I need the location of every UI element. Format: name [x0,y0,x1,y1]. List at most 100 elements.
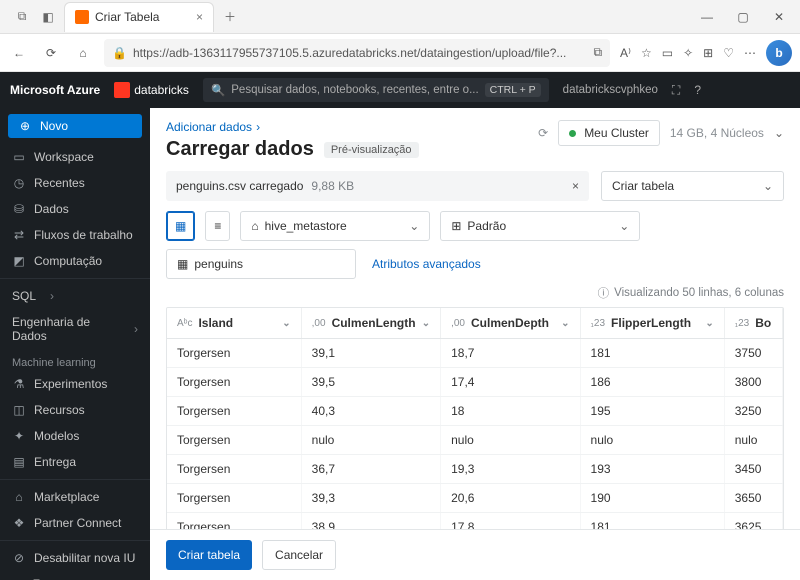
table-row[interactable]: Torgersen39,517,41863800 [167,368,783,397]
table-cell: 39,3 [302,484,441,512]
read-aloud-icon[interactable]: A⁾ [620,46,631,60]
plus-icon: ⊕ [18,119,32,133]
global-search[interactable]: 🔍 Pesquisar dados, notebooks, recentes, … [203,78,549,102]
table-cell: 36,7 [302,455,441,483]
status-dot-icon [569,130,576,137]
preview-badge: Pré-visualização [324,142,419,158]
browser-toolbar: ← ⟳ ⌂ 🔒 https://adb-1363117955737105.5.a… [0,34,800,72]
table-cell: Torgersen [167,397,302,425]
health-icon[interactable]: ♡ [723,46,734,60]
collections-icon[interactable]: ▭ [662,46,673,60]
toggle-icon: ⊘ [12,551,26,565]
close-window-icon[interactable]: ✕ [770,10,788,24]
sidebar-item-experimentos[interactable]: ⚗Experimentos [0,371,150,397]
extensions-icon[interactable]: ⊞ [703,46,713,60]
sidebar-item-computacao[interactable]: ◩Computação [0,248,150,274]
table-row[interactable]: Torgersen36,719,31933450 [167,455,783,484]
table-cell: 17,8 [441,513,580,529]
sidebar-new-button[interactable]: ⊕ Novo [8,114,142,138]
table-cell: nulo [302,426,441,454]
data-table: AᵇcIsland⌄ ,00CulmenLength⌄ ,00CulmenDep… [166,307,784,529]
lock-icon: 🔒 [112,46,127,60]
sidebar-item-recentes[interactable]: ◷Recentes [0,170,150,196]
refresh-icon[interactable]: ⟳ [40,42,62,64]
help-icon[interactable]: ? [694,83,701,97]
home-icon[interactable]: ⌂ [72,42,94,64]
sidebar-item-entrega[interactable]: ▤Entrega [0,449,150,475]
sidebar-item-modelos[interactable]: ✦Modelos [0,423,150,449]
favorite-icon[interactable]: ☆ [641,46,652,60]
table-cell: 3250 [725,397,783,425]
table-cell: 19,3 [441,455,580,483]
table-row[interactable]: Torgersennulonulonulonulo [167,426,783,455]
sidebar-toggle-icon[interactable]: ◧ [38,7,58,27]
running-indicator-icon: ⟳ [538,126,548,140]
sidebar-item-workspace[interactable]: ▭Workspace [0,144,150,170]
browser-tab[interactable]: Criar Tabela × [64,2,214,32]
table-cell: 3650 [725,484,783,512]
table-cell: 38,9 [302,513,441,529]
new-tab-icon[interactable]: ＋ [220,7,240,27]
table-row[interactable]: Torgersen39,118,71813750 [167,339,783,368]
folder-icon: ▭ [12,150,26,164]
more-icon[interactable]: ⋯ [744,46,756,60]
table-cell: 186 [581,368,725,396]
table-cell: Torgersen [167,368,302,396]
col-culmen-depth[interactable]: ,00CulmenDepth⌄ [441,308,580,338]
store-icon: ⌂ [12,490,26,504]
sidebar-item-feedback[interactable]: ✎Fornecer comentários [0,571,150,580]
close-tab-icon[interactable]: × [196,10,203,24]
favorites-bar-icon[interactable]: ✧ [683,46,693,60]
workspaces-icon[interactable]: ⧉ [12,7,32,27]
table-cell: 39,1 [302,339,441,367]
chevron-down-icon[interactable]: ⌄ [774,126,784,140]
table-name-input[interactable]: ▦ penguins [166,249,356,279]
sidebar-item-fluxos[interactable]: ⇄Fluxos de trabalho [0,222,150,248]
compute-icon: ◩ [12,254,26,268]
remove-file-icon[interactable]: × [572,179,579,193]
table-row[interactable]: Torgersen39,320,61903650 [167,484,783,513]
maximize-icon[interactable]: ▢ [734,10,752,24]
col-flipper-length[interactable]: ₁23FlipperLength⌄ [581,308,725,338]
cancel-button[interactable]: Cancelar [262,540,336,570]
table-cell: 3625 [725,513,783,529]
sidebar-item-dados[interactable]: ⛁Dados [0,196,150,222]
address-bar[interactable]: 🔒 https://adb-1363117955737105.5.azureda… [104,39,610,67]
create-table-button[interactable]: Criar tabela [166,540,252,570]
table-row[interactable]: Torgersen38,917,81813625 [167,513,783,529]
breadcrumb[interactable]: Adicionar dados› [166,120,260,134]
sidebar-section-eng-dados[interactable]: Engenharia de Dados› [0,309,150,349]
bing-chat-icon[interactable]: b [766,40,792,66]
back-icon[interactable]: ← [8,42,30,64]
copy-url-icon[interactable]: ⧉ [593,45,602,60]
search-shortcut: CTRL + P [485,83,541,97]
view-table-button[interactable]: ▦ [166,211,195,241]
sidebar-item-recursos[interactable]: ◫Recursos [0,397,150,423]
minimize-icon[interactable]: — [698,10,716,24]
create-table-dropdown[interactable]: Criar tabela ⌄ [601,171,784,201]
browser-titlebar: ⧉ ◧ Criar Tabela × ＋ — ▢ ✕ [0,0,800,34]
col-body[interactable]: ₁23Bo [725,308,783,338]
gift-icon[interactable]: ⛶ [672,83,680,98]
database-icon: ⛁ [12,202,26,216]
view-list-button[interactable]: ≡ [205,211,230,241]
advanced-attributes-link[interactable]: Atributos avançados [372,257,481,271]
col-island[interactable]: AᵇcIsland⌄ [167,308,302,338]
cluster-meta: 14 GB, 4 Núcleos [670,126,764,140]
list-icon: ≡ [214,219,221,233]
col-culmen-length[interactable]: ,00CulmenLength⌄ [302,308,441,338]
clock-icon: ◷ [12,176,26,190]
catalog-selector[interactable]: ⌂ hive_metastore ⌄ [240,211,430,241]
sidebar-item-partner[interactable]: ❖Partner Connect [0,510,150,536]
cluster-selector[interactable]: Meu Cluster [558,120,660,146]
info-icon: ⓘ [598,285,610,301]
schema-selector[interactable]: ⊞ Padrão ⌄ [440,211,640,241]
sidebar-item-disable-ui[interactable]: ⊘Desabilitar nova IU [0,545,150,571]
sidebar-section-sql[interactable]: SQL› [0,283,150,309]
table-row[interactable]: Torgersen40,3181953250 [167,397,783,426]
workspace-name[interactable]: databrickscvphkeo [563,84,658,96]
app-header: Microsoft Azure databricks 🔍 Pesquisar d… [0,72,800,108]
sidebar-item-marketplace[interactable]: ⌂Marketplace [0,484,150,510]
chevron-down-icon: ⌄ [409,219,419,233]
table-header: AᵇcIsland⌄ ,00CulmenLength⌄ ,00CulmenDep… [167,308,783,339]
